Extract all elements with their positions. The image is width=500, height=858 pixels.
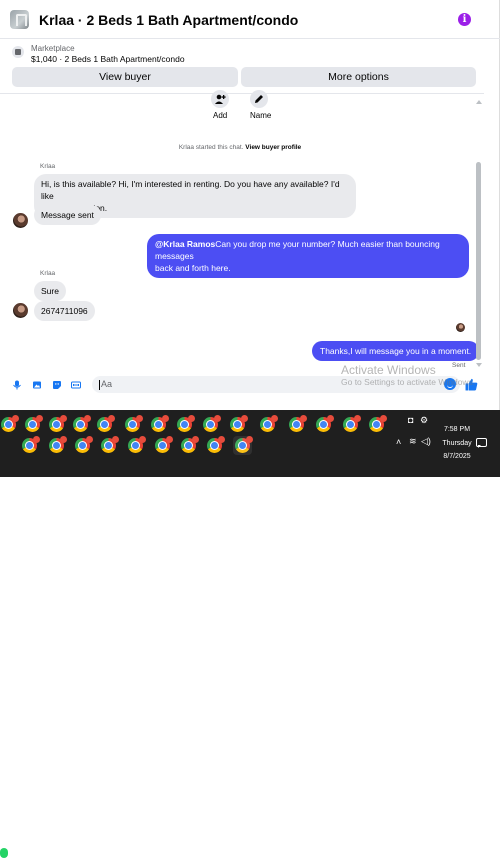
- listing-price-title[interactable]: $1,040 · 2 Beds 1 Bath Apartment/condo: [31, 54, 185, 64]
- settings-tray-icon[interactable]: ⚙: [420, 415, 428, 426]
- chrome-taskbar-icon[interactable]: [128, 436, 146, 453]
- outgoing-message[interactable]: @Krlaa RamosCan you drop me your number?…: [147, 234, 469, 278]
- sender-avatar[interactable]: [13, 303, 28, 318]
- pencil-icon: [255, 95, 263, 103]
- chrome-taskbar-icon[interactable]: [289, 415, 307, 432]
- chrome-taskbar-icon[interactable]: [151, 415, 169, 432]
- listing-thumbnail[interactable]: [10, 10, 29, 29]
- name-label: Name: [250, 111, 272, 120]
- scroll-up-arrow[interactable]: [476, 100, 482, 104]
- chat-header: Krlaa · 2 Beds 1 Bath Apartment/condo i: [0, 0, 500, 39]
- incoming-message[interactable]: Sure: [34, 281, 66, 301]
- activation-watermark-title: Activate Windows: [341, 363, 436, 377]
- gif-icon[interactable]: [71, 380, 81, 390]
- chrome-taskbar-icon[interactable]: [343, 415, 361, 432]
- mention[interactable]: @Krlaa Ramos: [155, 239, 215, 249]
- clock-date[interactable]: 8/7/2025: [435, 453, 479, 460]
- info-icon[interactable]: i: [458, 13, 471, 26]
- chrome-taskbar-icon[interactable]: [181, 436, 199, 453]
- chat-started-text: Krlaa started this chat.: [178, 144, 246, 151]
- bluetooth-icon[interactable]: ◘: [408, 415, 413, 425]
- chat-title[interactable]: Krlaa · 2 Beds 1 Bath Apartment/condo: [39, 12, 298, 28]
- whatsapp-taskbar-icon[interactable]: [0, 848, 8, 858]
- chrome-taskbar-icon[interactable]: [155, 436, 173, 453]
- volume-icon[interactable]: ◁): [421, 436, 431, 447]
- chat-window: Krlaa · 2 Beds 1 Bath Apartment/condo i …: [0, 0, 500, 410]
- chrome-taskbar-icon[interactable]: [203, 415, 221, 432]
- message-placeholder: Aa: [101, 379, 113, 389]
- chrome-taskbar-icon[interactable]: [25, 415, 43, 432]
- chrome-taskbar-icon[interactable]: [97, 415, 115, 432]
- view-buyer-button[interactable]: View buyer: [12, 67, 238, 87]
- sender-name: Krlaa: [40, 270, 56, 277]
- chrome-taskbar-icon[interactable]: [369, 415, 387, 432]
- chrome-taskbar-icon[interactable]: [49, 436, 67, 453]
- add-label: Add: [213, 111, 228, 120]
- scrollbar-thumb[interactable]: [476, 162, 481, 360]
- chat-started-notice: Krlaa started this chat. View buyer prof…: [0, 144, 480, 151]
- chrome-taskbar-icon[interactable]: [22, 436, 40, 453]
- chrome-taskbar-icon[interactable]: [73, 415, 91, 432]
- chrome-taskbar-icon[interactable]: [1, 415, 19, 432]
- view-buyer-profile-link[interactable]: View buyer profile: [245, 144, 301, 151]
- chrome-taskbar-icon[interactable]: [260, 415, 278, 432]
- edit-name-button[interactable]: [250, 90, 268, 108]
- message-status: Sent: [452, 362, 466, 369]
- chevron-up-icon[interactable]: ˄: [396, 437, 401, 447]
- microphone-icon[interactable]: [12, 380, 22, 390]
- notification-icon[interactable]: [476, 438, 487, 448]
- message-line: back and forth here.: [155, 263, 231, 273]
- message-line: @Krlaa RamosCan you drop me your number?…: [155, 238, 461, 262]
- chrome-taskbar-icon[interactable]: [125, 415, 143, 432]
- wifi-icon[interactable]: ≋: [409, 436, 417, 447]
- clock-time[interactable]: 7:58 PM: [437, 426, 477, 433]
- windows-taskbar: ◘ ⚙ ˄ ≋ ◁) 7:58 PM Thursday 8/7/2025: [0, 410, 500, 858]
- chrome-taskbar-icon[interactable]: [177, 415, 195, 432]
- chrome-taskbar-icon[interactable]: [49, 415, 67, 432]
- message-line: Hi, is this available? Hi, I'm intereste…: [41, 179, 340, 201]
- incoming-message[interactable]: Message sent: [34, 205, 101, 225]
- chrome-taskbar-icon[interactable]: [101, 436, 119, 453]
- chrome-taskbar-icon[interactable]: [233, 436, 253, 455]
- scroll-down-arrow[interactable]: [476, 363, 482, 367]
- sender-avatar[interactable]: [13, 213, 28, 228]
- activation-watermark-subtitle: Go to Settings to activate Windows.: [341, 377, 476, 387]
- clock-day[interactable]: Thursday: [435, 440, 479, 447]
- marketplace-icon: [12, 46, 24, 58]
- more-options-button[interactable]: More options: [241, 67, 476, 87]
- add-person-button[interactable]: [211, 90, 229, 108]
- text-caret: [99, 379, 100, 390]
- marketplace-label: Marketplace: [31, 44, 75, 53]
- chrome-taskbar-icon[interactable]: [230, 415, 248, 432]
- chrome-taskbar-icon[interactable]: [75, 436, 93, 453]
- incoming-message[interactable]: 2674711096: [34, 301, 95, 321]
- add-person-icon: [215, 94, 226, 104]
- sender-name: Krlaa: [40, 163, 56, 170]
- chrome-taskbar-icon[interactable]: [207, 436, 225, 453]
- message-thread: [0, 93, 484, 373]
- photo-icon[interactable]: [32, 380, 42, 390]
- read-receipt-avatar: [456, 323, 465, 332]
- chrome-taskbar-icon[interactable]: [316, 415, 334, 432]
- outgoing-message[interactable]: Thanks,I will message you in a moment.: [312, 341, 480, 361]
- sticker-icon[interactable]: [52, 380, 62, 390]
